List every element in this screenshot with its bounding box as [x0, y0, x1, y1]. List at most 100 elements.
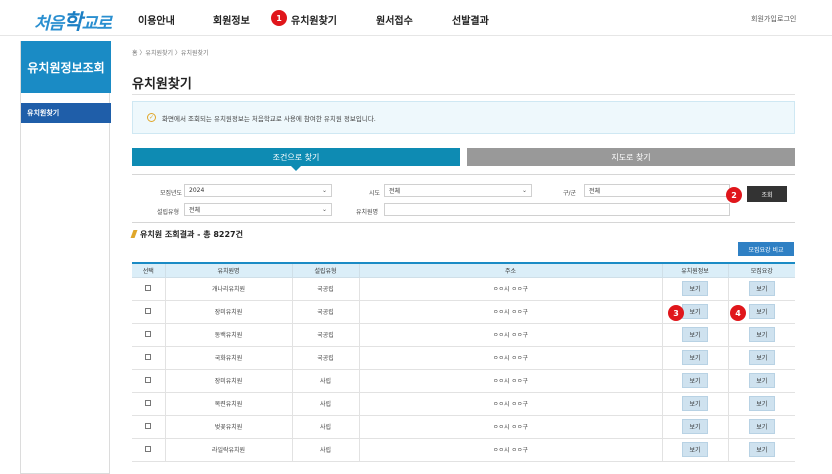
sidebar: 유치원정보조회 유치원찾기	[20, 41, 111, 474]
type-select-value: 전체	[189, 207, 201, 214]
view-requirements-button[interactable]: 보기	[748, 396, 775, 411]
year-select[interactable]: 2024 ⌄	[184, 184, 332, 197]
view-info-button[interactable]: 보기	[682, 327, 708, 342]
view-requirements-button[interactable]: 보기	[748, 350, 775, 365]
nav-find-kindergarten[interactable]: 유치원찾기	[291, 12, 337, 27]
row-req-cell: 보기	[727, 277, 795, 301]
row-checkbox[interactable]	[145, 330, 152, 337]
kindergarten-name-input[interactable]	[384, 203, 730, 216]
row-type: 사립	[291, 415, 359, 439]
col-name: 유치원명	[164, 262, 292, 278]
row-req-cell: 보기	[727, 392, 795, 416]
row-checkbox[interactable]	[145, 284, 152, 291]
col-requirements: 모집요강	[727, 262, 795, 278]
tab-search-by-map[interactable]: 지도로 찾기	[467, 148, 795, 166]
table-header-row: 선택 유치원명 설립유형 주소 유치원정보 모집요강	[132, 262, 795, 278]
row-address: ㅇㅇ시 ㅇㅇ구	[358, 346, 662, 370]
view-info-button[interactable]: 보기	[682, 442, 708, 457]
row-checkbox[interactable]	[145, 307, 152, 314]
view-info-button[interactable]: 보기	[682, 281, 708, 296]
view-requirements-button[interactable]: 보기	[748, 304, 775, 319]
row-req-cell: 보기	[727, 369, 795, 393]
row-info-cell: 보기	[661, 415, 728, 439]
nav-guide[interactable]: 이용안내	[138, 12, 175, 27]
row-select-cell	[132, 300, 165, 324]
logo-text-1: 처음	[34, 14, 64, 34]
sidebar-title: 유치원정보조회	[21, 41, 111, 93]
col-select: 선택	[132, 262, 165, 278]
view-requirements-button[interactable]: 보기	[748, 419, 775, 434]
nav-selection-result[interactable]: 선발결과	[452, 12, 489, 27]
signup-link[interactable]: 회원가입	[751, 14, 777, 24]
table-row: 개나리유치원 국공립 ㅇㅇ시 ㅇㅇ구 보기 보기	[132, 277, 795, 301]
view-requirements-button[interactable]: 보기	[748, 281, 775, 296]
row-name: 목련유치원	[164, 392, 292, 416]
row-req-cell: 보기	[727, 346, 795, 370]
chevron-down-icon: ⌄	[321, 187, 327, 194]
chevron-down-icon: ⌄	[521, 187, 527, 194]
row-type: 국공립	[291, 277, 359, 301]
nav-application[interactable]: 원서접수	[376, 12, 413, 27]
row-checkbox[interactable]	[145, 399, 152, 406]
notice-box: ✓ 화면에서 조회되는 유치원정보는 처음학교로 사용에 참여한 유치원 정보입…	[132, 101, 795, 134]
view-info-button[interactable]: 보기	[682, 396, 708, 411]
chevron-down-icon: ⌄	[321, 206, 327, 213]
row-name: 장미유치원	[164, 369, 292, 393]
row-checkbox[interactable]	[145, 376, 152, 383]
view-requirements-button[interactable]: 보기	[748, 442, 775, 457]
title-divider	[132, 94, 795, 95]
login-link[interactable]: 로그인	[777, 14, 796, 24]
row-name: 개나리유치원	[164, 277, 292, 301]
notice-text: 화면에서 조회되는 유치원정보는 처음학교로 사용에 참여한 유치원 정보입니다…	[162, 114, 376, 123]
table-row: 목련유치원 사립 ㅇㅇ시 ㅇㅇ구 보기 보기	[132, 392, 795, 416]
table-body: 개나리유치원 국공립 ㅇㅇ시 ㅇㅇ구 보기 보기 장미유치원 국공립 ㅇㅇ시 ㅇㅇ구 보기 보기 동…	[132, 277, 795, 462]
row-type: 사립	[291, 369, 359, 393]
table-row: 벚꽃유치원 사립 ㅇㅇ시 ㅇㅇ구 보기 보기	[132, 415, 795, 439]
table-row: 장미유치원 국공립 ㅇㅇ시 ㅇㅇ구 보기 보기	[132, 300, 795, 324]
active-tab-arrow-icon	[291, 166, 301, 171]
view-requirements-button[interactable]: 보기	[748, 327, 775, 342]
view-info-button[interactable]: 보기	[682, 350, 708, 365]
row-checkbox[interactable]	[145, 422, 152, 429]
row-type: 국공립	[291, 300, 359, 324]
row-info-cell: 보기	[661, 369, 728, 393]
type-select[interactable]: 전체 ⌄	[184, 203, 332, 216]
row-select-cell	[132, 369, 165, 393]
row-select-cell	[132, 323, 165, 347]
col-type: 설립유형	[291, 262, 359, 278]
view-info-button[interactable]: 보기	[682, 419, 708, 434]
row-name: 국화유치원	[164, 346, 292, 370]
gugun-select[interactable]: 전체	[584, 184, 730, 197]
row-info-cell: 보기	[661, 438, 728, 462]
step-badge-4: 4	[730, 305, 746, 321]
row-checkbox[interactable]	[145, 445, 152, 452]
row-name: 라일락유치원	[164, 438, 292, 462]
compare-requirements-button[interactable]: 모집요강 비교	[738, 242, 794, 256]
sido-select[interactable]: 전체 ⌄	[384, 184, 532, 197]
gugun-select-value: 전체	[589, 188, 601, 195]
breadcrumb: 홈 〉유치원찾기 〉유치원찾기	[132, 50, 209, 57]
view-requirements-button[interactable]: 보기	[748, 373, 775, 388]
row-info-cell: 보기	[661, 277, 728, 301]
view-info-button[interactable]: 보기	[682, 304, 708, 319]
search-button[interactable]: 조회	[747, 186, 787, 202]
row-address: ㅇㅇ시 ㅇㅇ구	[358, 369, 662, 393]
sidebar-item-find-kindergarten[interactable]: 유치원찾기	[21, 103, 111, 123]
row-address: ㅇㅇ시 ㅇㅇ구	[358, 277, 662, 301]
row-name: 동백유치원	[164, 323, 292, 347]
row-checkbox[interactable]	[145, 353, 152, 360]
row-address: ㅇㅇ시 ㅇㅇ구	[358, 415, 662, 439]
nav-member-info[interactable]: 회원정보	[213, 12, 250, 27]
table-row: 라일락유치원 사립 ㅇㅇ시 ㅇㅇ구 보기 보기	[132, 438, 795, 462]
row-name: 장미유치원	[164, 300, 292, 324]
logo-text-2: 학	[63, 10, 82, 34]
tab-search-by-condition[interactable]: 조건으로 찾기	[132, 148, 460, 166]
row-select-cell	[132, 346, 165, 370]
site-logo[interactable]: 처음학교로	[34, 6, 112, 36]
table-row: 동백유치원 국공립 ㅇㅇ시 ㅇㅇ구 보기 보기	[132, 323, 795, 347]
view-info-button[interactable]: 보기	[682, 373, 708, 388]
table-row: 장미유치원 사립 ㅇㅇ시 ㅇㅇ구 보기 보기	[132, 369, 795, 393]
row-select-cell	[132, 277, 165, 301]
top-header: 처음학교로 이용안내 회원정보 유치원찾기 원서접수 선발결과 회원가입 로그인	[0, 0, 832, 36]
year-label: 모집년도	[160, 190, 183, 197]
